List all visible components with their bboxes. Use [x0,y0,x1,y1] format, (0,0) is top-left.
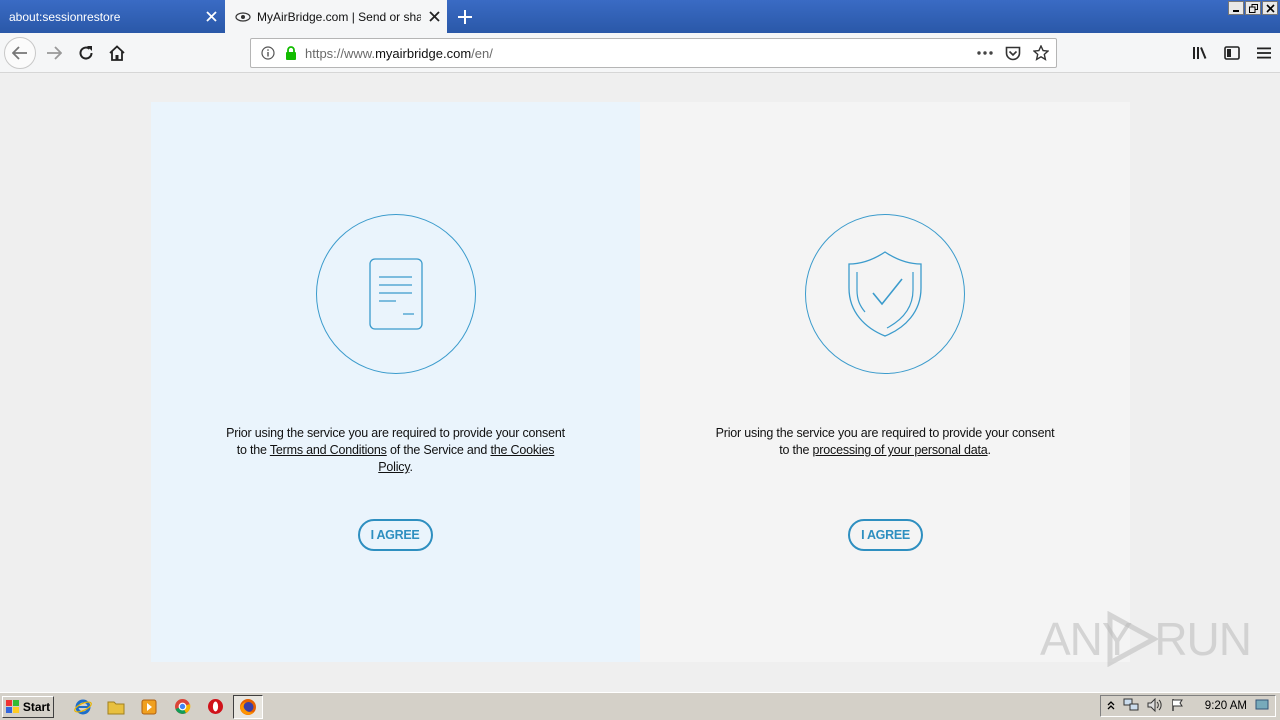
terms-consent-panel: Prior using the service you are required… [151,102,640,662]
window-controls [1228,1,1278,15]
opera-icon[interactable] [200,695,230,719]
data-consent-panel: Prior using the service you are required… [640,102,1130,662]
window-close-icon[interactable] [1262,1,1278,15]
shield-check-icon [848,251,922,337]
sidebar-icon[interactable] [1216,37,1248,69]
lock-icon[interactable] [283,46,299,60]
consent-text-part: . [409,460,413,474]
clock[interactable]: 9:20 AM [1205,700,1247,712]
start-label: Start [22,699,51,714]
start-button[interactable]: Start [2,695,54,718]
terms-consent-text: Prior using the service you are required… [151,425,640,476]
new-tab-icon[interactable] [452,4,478,30]
url-text[interactable]: https://www.myairbridge.com/en/ [305,46,974,61]
minimize-icon[interactable] [1228,1,1244,15]
info-icon[interactable] [253,46,283,60]
restore-icon[interactable] [1245,1,1261,15]
chrome-icon[interactable] [167,695,197,719]
forward-icon[interactable] [38,37,70,69]
url-path: /en/ [471,45,493,61]
tab-title: MyAirBridge.com | Send or share big file… [257,9,421,24]
personal-data-link[interactable]: processing of your personal data [813,443,988,457]
windows-logo-icon [5,699,19,713]
file-explorer-icon[interactable] [101,695,131,719]
menu-hamburger-icon[interactable] [1248,37,1280,69]
taskbar: Start 9:20 AM [0,692,1280,720]
show-desktop-icon[interactable] [1255,699,1269,714]
bookmark-star-icon[interactable] [1030,42,1052,64]
agree-data-button[interactable]: I AGREE [848,519,923,551]
back-icon[interactable] [4,37,36,69]
reload-icon[interactable] [70,37,102,69]
consent-text-part: of the Service and [386,443,491,457]
close-icon[interactable] [198,0,224,33]
shield-circle [805,214,965,374]
play-logo-icon [1107,611,1158,667]
pocket-icon[interactable] [1002,42,1024,64]
system-tray: 9:20 AM [1099,695,1276,717]
action-center-flag-icon[interactable] [1171,698,1185,715]
navigation-toolbar: https://www.myairbridge.com/en/ [0,33,1280,73]
agree-terms-button[interactable]: I AGREE [357,519,433,551]
tab-title: about:sessionrestore [9,9,121,24]
terms-link[interactable]: Terms and Conditions [270,443,387,457]
eye-favicon-icon [235,11,253,22]
tab-myairbridge[interactable]: MyAirBridge.com | Send or share big file… [225,0,447,33]
page-content: Prior using the service you are required… [0,74,1280,692]
tray-expand-icon[interactable] [1107,699,1115,713]
firefox-taskbar-icon[interactable] [233,694,263,719]
document-circle [315,214,476,374]
internet-explorer-icon[interactable] [68,695,98,719]
anyrun-watermark: ANY RUN [1040,609,1252,669]
home-icon[interactable] [101,37,133,69]
network-icon[interactable] [1123,698,1139,715]
address-bar[interactable]: https://www.myairbridge.com/en/ [250,38,1057,68]
page-actions-icon[interactable] [974,42,996,64]
data-consent-text: Prior using the service you are required… [640,425,1130,459]
media-player-icon[interactable] [134,695,164,719]
volume-icon[interactable] [1147,697,1163,715]
url-prefix: https://www. [305,45,376,61]
document-icon [368,258,423,330]
close-icon[interactable] [421,0,447,33]
url-domain: myairbridge.com [375,45,472,61]
tab-strip: about:sessionrestore MyAirBridge.com | S… [0,0,1280,33]
library-icon[interactable] [1184,37,1216,69]
consent-text-part: . [987,443,992,457]
tab-session-restore[interactable]: about:sessionrestore [0,0,224,33]
quick-launch [68,694,263,719]
